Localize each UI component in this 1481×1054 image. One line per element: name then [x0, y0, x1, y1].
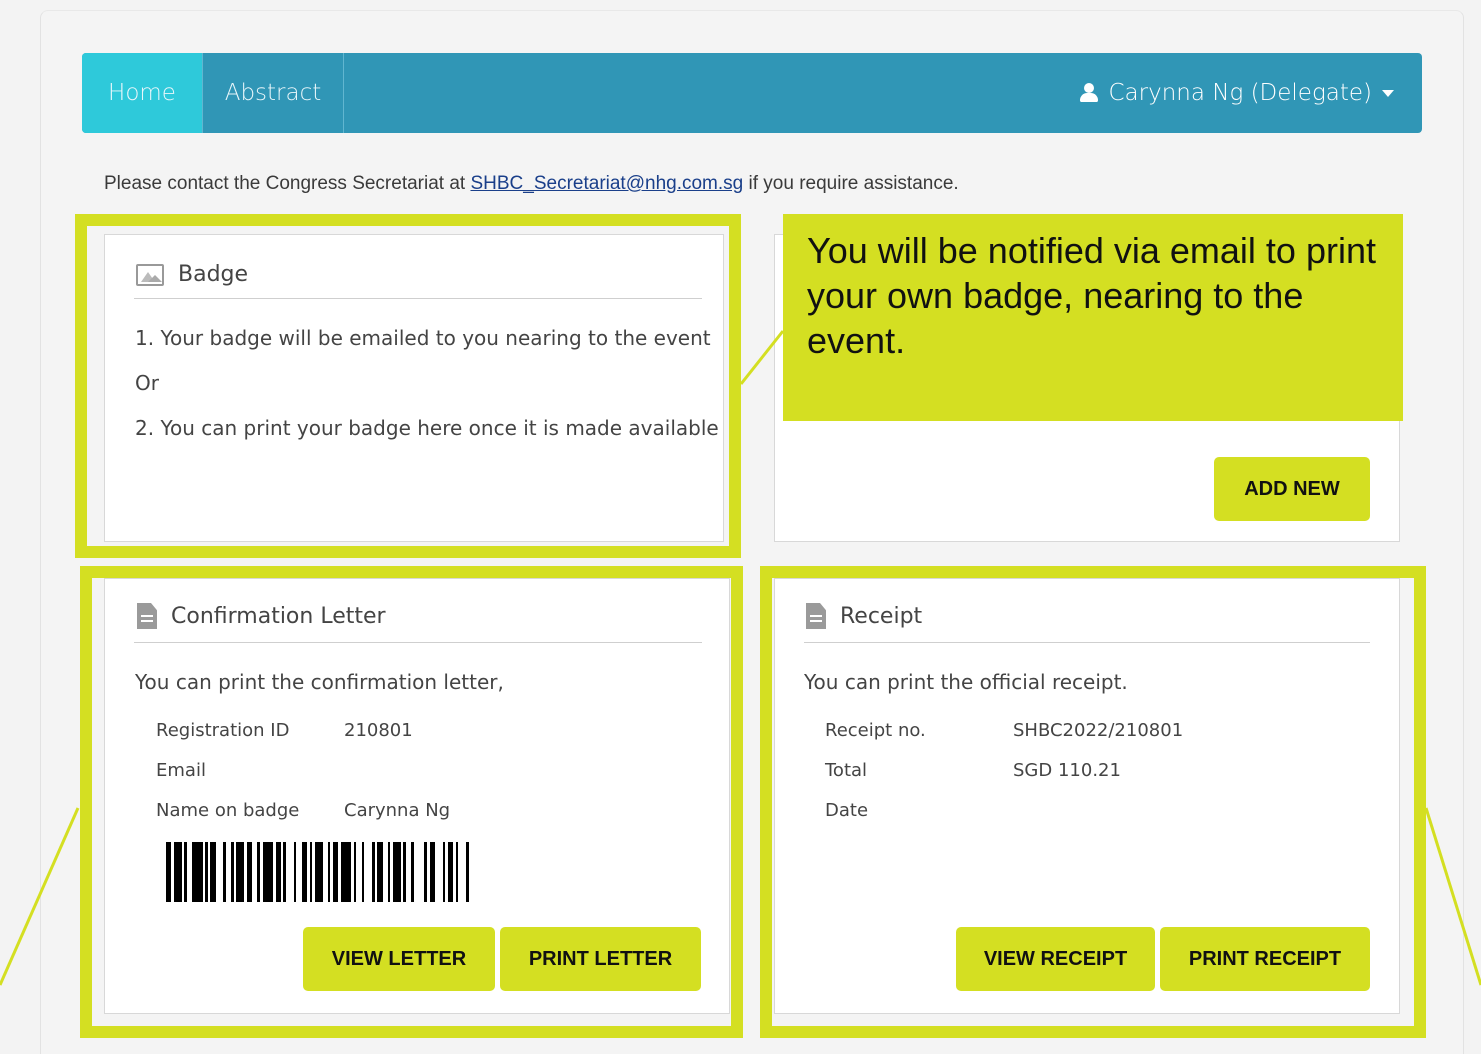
notice-suffix: if you require assistance. — [743, 173, 959, 194]
highlight-frame-receipt — [760, 566, 1426, 1038]
user-menu[interactable]: Carynna Ng (Delegate) — [1080, 53, 1394, 133]
nav-home[interactable]: Home — [82, 53, 202, 133]
highlight-frame-confirmation — [80, 566, 743, 1038]
assistance-notice: Please contact the Congress Secretariat … — [104, 173, 959, 195]
nav-abstract[interactable]: Abstract — [202, 53, 344, 133]
highlight-frame-badge — [75, 214, 741, 558]
user-icon — [1080, 83, 1099, 103]
notice-prefix: Please contact the Congress Secretariat … — [104, 173, 471, 194]
secretariat-email-link[interactable]: SHBC_Secretariat@nhg.com.sg — [470, 173, 743, 194]
top-navbar: Home Abstract Carynna Ng (Delegate) — [82, 53, 1422, 133]
user-name: Carynna Ng (Delegate) — [1108, 80, 1372, 106]
caret-down-icon — [1382, 89, 1394, 97]
add-new-button[interactable]: ADD NEW — [1214, 457, 1370, 521]
badge-notification-callout: You will be notified via email to print … — [783, 214, 1403, 421]
